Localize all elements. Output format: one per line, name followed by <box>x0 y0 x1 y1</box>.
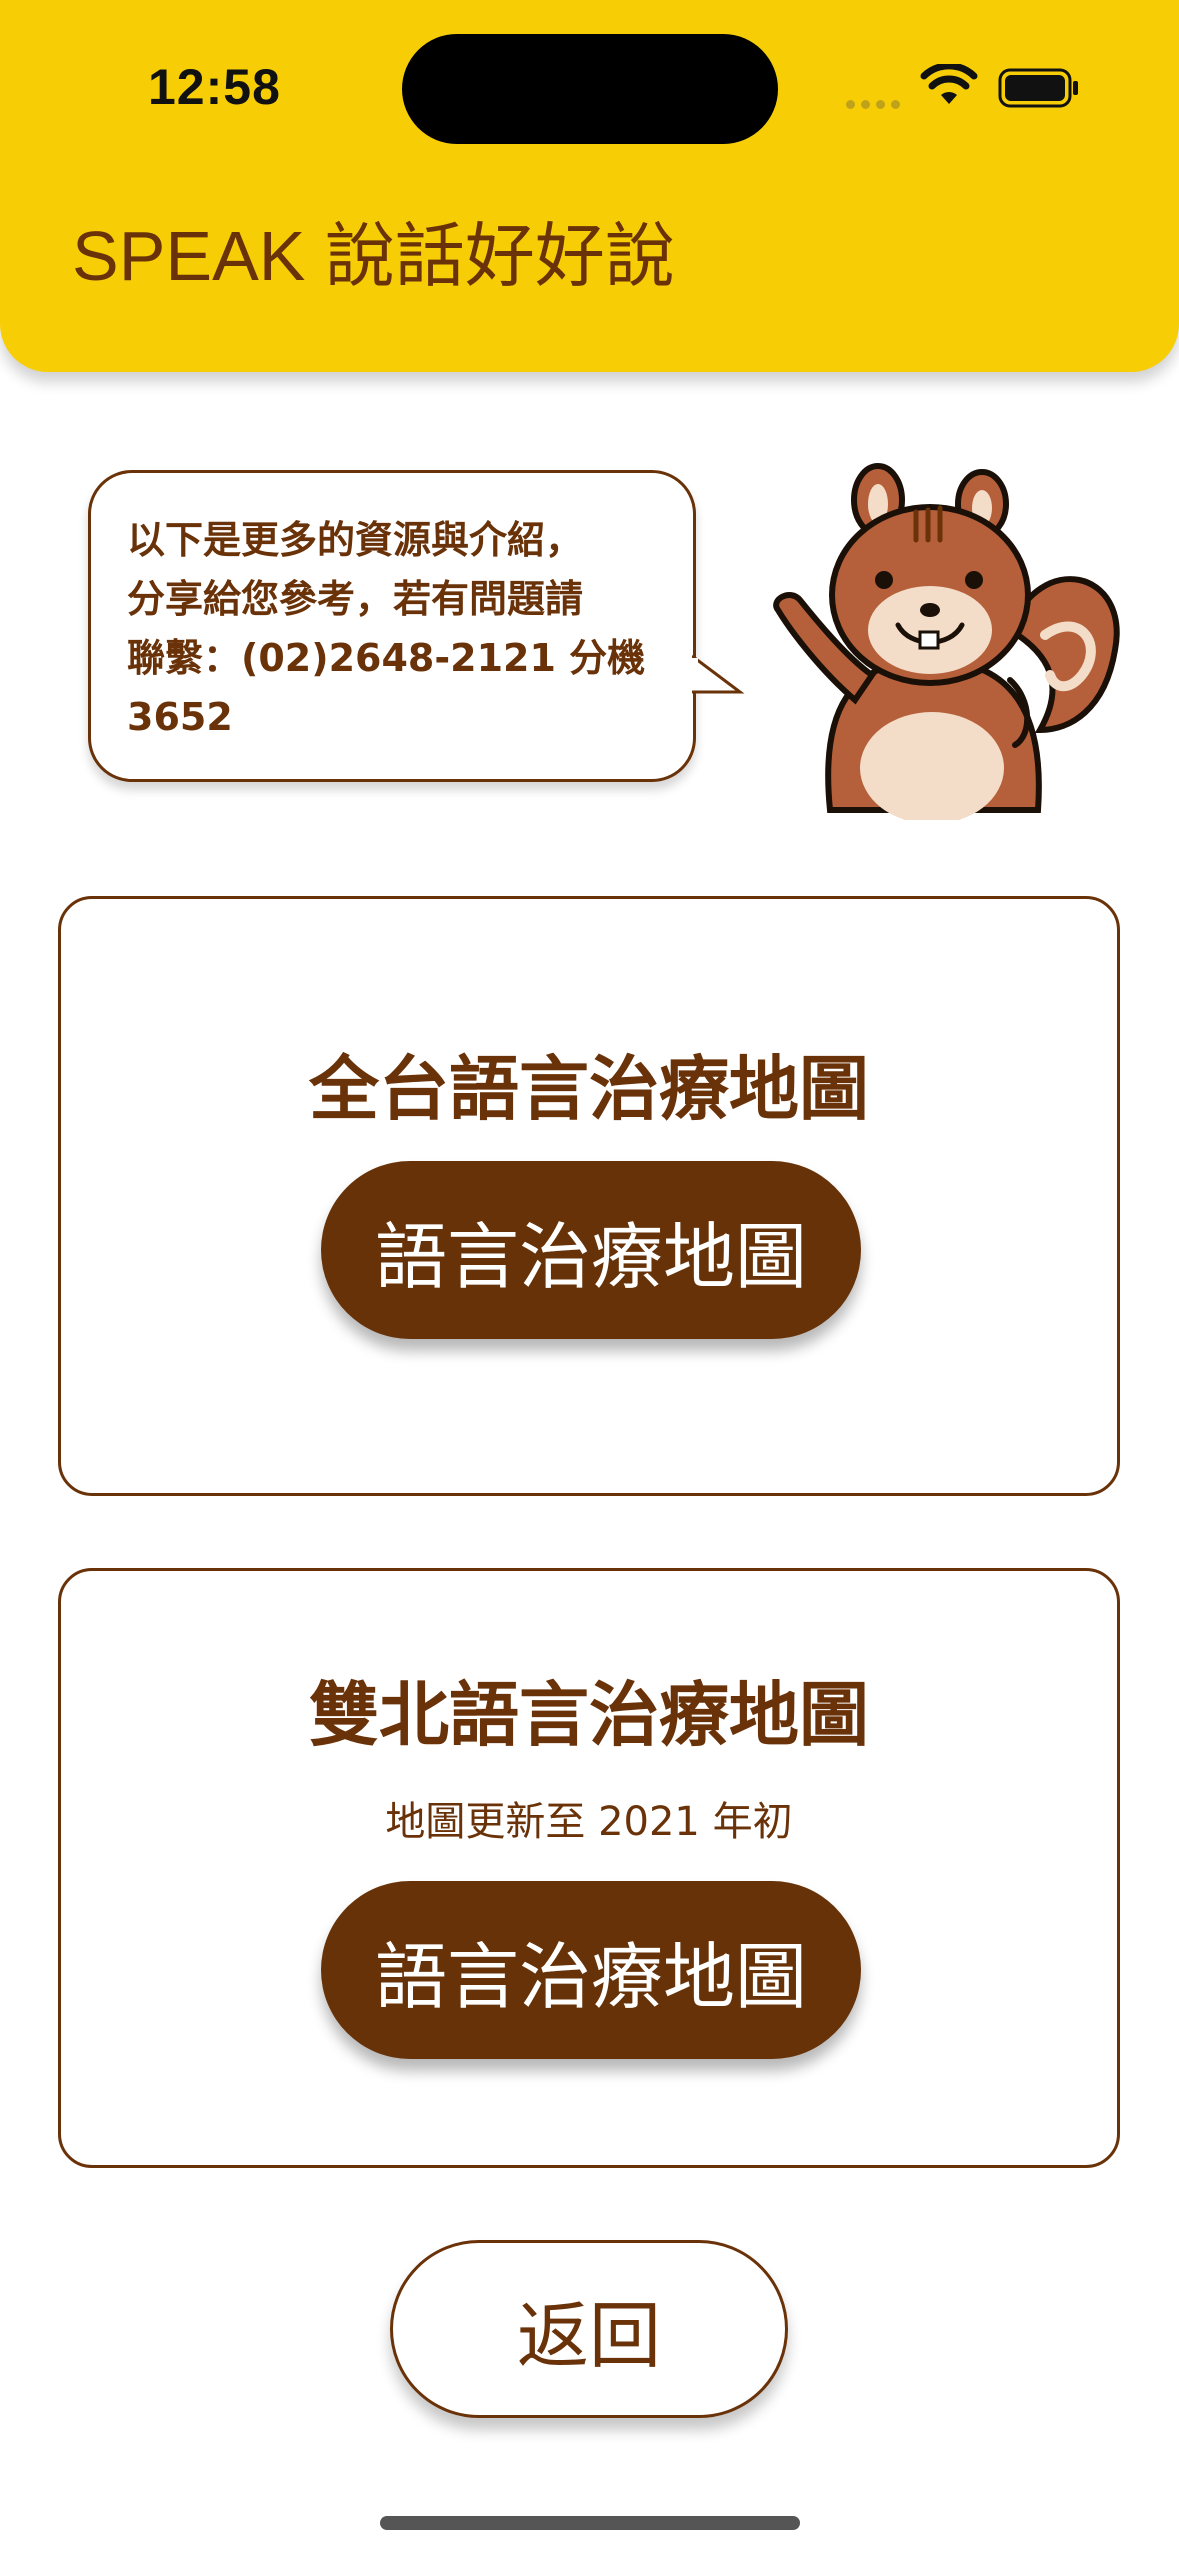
home-indicator[interactable] <box>380 2516 800 2530</box>
app-header: 12:58 SPEAK 說話好好說 <box>0 0 1179 372</box>
info-text: 以下是更多的資源與介紹， 分享給您參考，若有問題請 聯繫：(02)2648-21… <box>127 518 646 739</box>
status-time: 12:58 <box>148 59 281 115</box>
back-button[interactable]: 返回 <box>390 2240 788 2418</box>
app-title: SPEAK 說話好好說 <box>72 217 675 295</box>
card-taipei-map: 雙北語言治療地圖 地圖更新至 2021 年初 語言治療地圖 <box>58 1568 1120 2168</box>
taipei-map-button[interactable]: 語言治療地圖 <box>321 1881 861 2059</box>
battery-icon <box>998 68 1078 108</box>
dynamic-island <box>402 34 778 144</box>
signal-dots-icon <box>846 94 906 113</box>
wifi-icon <box>920 64 978 104</box>
card-title: 全台語言治療地圖 <box>309 1048 869 1130</box>
speech-bubble-tail <box>692 654 745 694</box>
card-title: 雙北語言治療地圖 <box>309 1674 869 1756</box>
map-update-note: 地圖更新至 2021 年初 <box>385 1799 793 1845</box>
national-map-button[interactable]: 語言治療地圖 <box>321 1161 861 1339</box>
card-national-map: 全台語言治療地圖 語言治療地圖 <box>58 896 1120 1496</box>
squirrel-mascot-icon <box>773 463 1120 820</box>
speech-bubble: 以下是更多的資源與介紹， 分享給您參考，若有問題請 聯繫：(02)2648-21… <box>88 470 696 782</box>
